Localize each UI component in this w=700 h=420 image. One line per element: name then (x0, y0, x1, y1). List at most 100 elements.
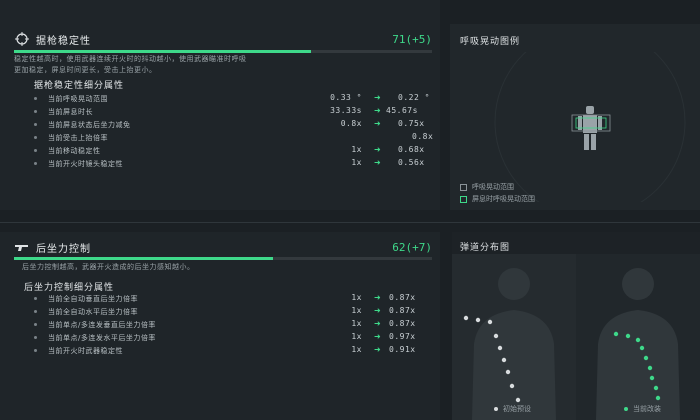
row-from: 1x (351, 332, 362, 341)
row-from: 1x (351, 306, 362, 315)
breathing-diagram (494, 52, 686, 202)
row-label: 当前受击上抬倍率 (48, 134, 108, 142)
recoil-row: 当前开火时武器稳定性 1x ➜ 0.91x (34, 345, 432, 357)
shot-dot (487, 319, 493, 325)
recoil-row: 当前全自动垂直后坐力倍率 1x ➜ 0.87x (34, 293, 432, 305)
arrow-right-icon: ➜ (374, 119, 382, 128)
bullet (34, 336, 37, 339)
shot-dot (613, 331, 619, 337)
row-from: 0.8x (340, 119, 362, 128)
row-to: 0.68x (398, 145, 425, 154)
recoil-description: 后坐力控制越高，武器开火造成的后坐力感知越小。 (22, 263, 195, 271)
row-to: 0.97x (389, 332, 416, 341)
stability-panel: 据枪稳定性 71(+5) 稳定性越高时，使用武器连续开火时的抖动越小，使用武器瞄… (0, 0, 440, 210)
recoil-row: 当前单点/多连发水平后坐力倍率 1x ➜ 0.97x (34, 332, 432, 344)
legend-label: 屏息时呼吸晃动范围 (472, 195, 535, 203)
bullet (34, 310, 37, 313)
stability-header: 据枪稳定性 71(+5) (14, 30, 432, 48)
row-label: 当前呼吸晃动范围 (48, 95, 108, 103)
row-to: 0.75x (398, 119, 425, 128)
section-divider (0, 222, 700, 223)
stability-row: 当前开火时镜头稳定性 1x ➜ 0.56x (34, 158, 432, 170)
row-from: 33.33s (330, 106, 362, 115)
stability-value: 71(+5) (392, 32, 432, 46)
recoil-panel: 后坐力控制 62(+7) 后坐力控制越高，武器开火造成的后坐力感知越小。 后坐力… (0, 232, 440, 420)
legend-held-range: 屏息时呼吸晃动范围 (460, 194, 535, 204)
row-from: 1x (351, 145, 362, 154)
arrow-right-icon: ➜ (374, 319, 382, 328)
row-label: 当前单点/多连发垂直后坐力倍率 (48, 321, 156, 329)
shot-dot (505, 369, 511, 375)
row-to: 45.67s (386, 106, 418, 115)
bullet (34, 149, 37, 152)
recoil-subtitle: 后坐力控制细分属性 (24, 283, 115, 293)
arrow-right-icon: ➜ (374, 106, 382, 115)
row-to: 0.22 ° (398, 93, 430, 102)
bullet (34, 297, 37, 300)
shot-dot (643, 355, 649, 361)
shot-dot (639, 345, 645, 351)
row-from: 1x (351, 319, 362, 328)
legend-label: 当前改装 (633, 405, 661, 413)
stability-description: 稳定性越高时，使用武器连续开火时的抖动越小，使用武器瞄准时呼吸 更加稳定，屏息时… (14, 54, 247, 76)
stability-row: 当前受击上抬倍率 0.8x (34, 132, 434, 144)
row-to: 0.87x (389, 319, 416, 328)
legend-label: 初始预设 (503, 405, 531, 413)
stability-desc-line: 更加稳定，屏息时间更长，受击上抬更小。 (14, 66, 157, 74)
shot-dot (649, 375, 655, 381)
stability-subtitle: 据枪稳定性细分属性 (34, 81, 125, 91)
arrow-right-icon: ➜ (374, 145, 382, 154)
legend-initial: 初始预设 (494, 404, 531, 414)
bullet (34, 162, 37, 165)
arrow-right-icon: ➜ (374, 293, 382, 302)
breathing-title: 呼吸晃动图例 (460, 37, 521, 47)
recoil-bar (14, 257, 432, 260)
row-to: 0.91x (389, 345, 416, 354)
legend-swatch (460, 183, 467, 191)
shot-dot (493, 333, 499, 339)
shot-dot (463, 315, 469, 321)
arrow-right-icon: ➜ (374, 332, 382, 341)
stability-row: 当前屏息状态后坐力减免 0.8x ➜ 0.75x (34, 119, 432, 131)
legend-label: 呼吸晃动范围 (472, 183, 514, 191)
shot-dot (501, 357, 507, 363)
gun-icon (14, 240, 30, 254)
shot-dot (509, 383, 515, 389)
distribution-panel: 弹道分布图 初始预设 当前改装 (452, 232, 700, 420)
distribution-diagram (452, 254, 700, 420)
legend-current: 当前改装 (624, 404, 661, 414)
arrow-right-icon: ➜ (374, 306, 382, 315)
shot-dot (625, 333, 631, 339)
bullet (34, 123, 37, 126)
row-from: 1x (351, 158, 362, 167)
bullet (34, 136, 37, 139)
shot-dot (515, 397, 521, 403)
row-label: 当前全自动水平后坐力倍率 (48, 308, 138, 316)
stability-desc-line: 稳定性越高时，使用武器连续开火时的抖动越小，使用武器瞄准时呼吸 (14, 55, 247, 63)
recoil-value: 62(+7) (392, 240, 432, 254)
row-label: 当前屏息状态后坐力减免 (48, 121, 131, 129)
bullet (34, 323, 37, 326)
row-to: 0.87x (389, 306, 416, 315)
shot-dot (635, 337, 641, 343)
shot-dot (655, 395, 661, 401)
row-label: 当前单点/多连发水平后坐力倍率 (48, 334, 156, 342)
row-label: 当前移动稳定性 (48, 147, 101, 155)
arrow-right-icon: ➜ (374, 158, 382, 167)
shot-dot (475, 317, 481, 323)
row-to: 0.8x (412, 132, 434, 141)
row-label: 当前开火时镜头稳定性 (48, 160, 123, 168)
stability-bar-fill (14, 50, 311, 53)
shot-dot (653, 385, 659, 391)
row-from: 1x (351, 293, 362, 302)
row-from: 1x (351, 345, 362, 354)
legend-dot (624, 407, 628, 411)
crosshair-icon (14, 32, 30, 46)
stability-row: 当前移动稳定性 1x ➜ 0.68x (34, 145, 432, 157)
recoil-header: 后坐力控制 62(+7) (14, 238, 432, 256)
legend-breath-range: 呼吸晃动范围 (460, 182, 514, 192)
stability-title: 据枪稳定性 (36, 35, 91, 47)
bullet (34, 110, 37, 113)
stability-row: 当前屏息时长 33.33s ➜ 45.67s (34, 106, 432, 118)
recoil-row: 当前单点/多连发垂直后坐力倍率 1x ➜ 0.87x (34, 319, 432, 331)
